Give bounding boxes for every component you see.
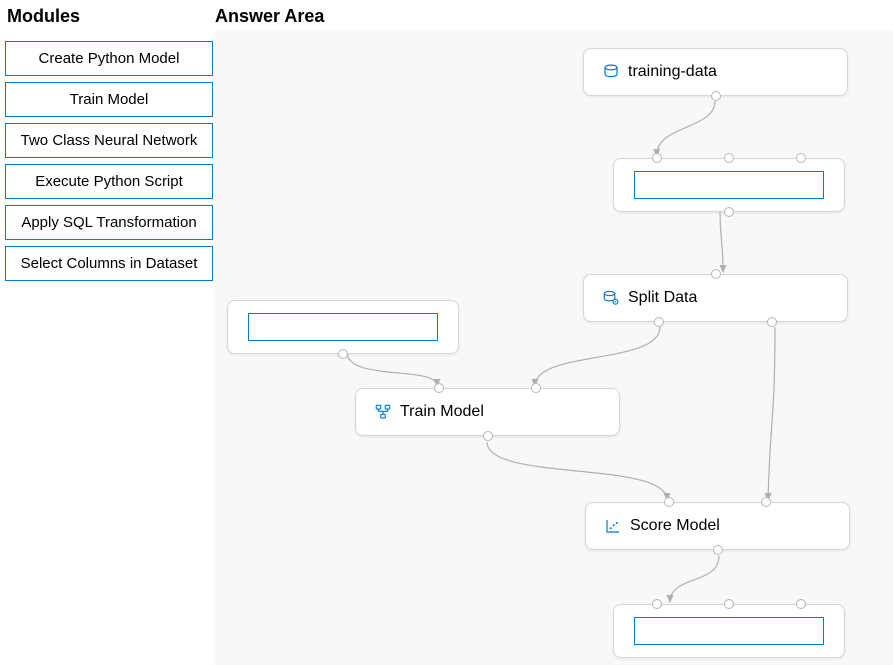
node-label: Train Model <box>400 403 484 421</box>
answer-canvas[interactable]: training-data Split Data Train Model <box>215 30 893 665</box>
input-port-left[interactable] <box>664 497 674 507</box>
output-port-left[interactable] <box>654 317 664 327</box>
output-port-right[interactable] <box>767 317 777 327</box>
input-port[interactable] <box>796 599 806 609</box>
module-apply-sql-transformation[interactable]: Apply SQL Transformation <box>5 205 213 240</box>
module-two-class-neural-network[interactable]: Two Class Neural Network <box>5 123 213 158</box>
output-port[interactable] <box>724 207 734 217</box>
input-port[interactable] <box>711 269 721 279</box>
modules-panel: Modules Create Python Model Train Model … <box>5 6 213 287</box>
input-port[interactable] <box>724 153 734 163</box>
drop-slot[interactable] <box>634 617 824 645</box>
module-select-columns-in-dataset[interactable]: Select Columns in Dataset <box>5 246 213 281</box>
input-port-right[interactable] <box>761 497 771 507</box>
input-port-left[interactable] <box>434 383 444 393</box>
database-settings-icon <box>602 289 620 307</box>
node-train-model[interactable]: Train Model <box>355 388 620 436</box>
output-port[interactable] <box>713 545 723 555</box>
node-score-model[interactable]: Score Model <box>585 502 850 550</box>
node-training-data[interactable]: training-data <box>583 48 848 96</box>
drop-slot[interactable] <box>634 171 824 199</box>
module-create-python-model[interactable]: Create Python Model <box>5 41 213 76</box>
answer-area-title: Answer Area <box>215 6 324 27</box>
node-drop-slot-3[interactable] <box>613 604 845 658</box>
output-port[interactable] <box>483 431 493 441</box>
node-label: Score Model <box>630 517 720 535</box>
output-port[interactable] <box>338 349 348 359</box>
module-train-model[interactable]: Train Model <box>5 82 213 117</box>
input-port-right[interactable] <box>531 383 541 393</box>
module-execute-python-script[interactable]: Execute Python Script <box>5 164 213 199</box>
node-split-data[interactable]: Split Data <box>583 274 848 322</box>
scatter-chart-icon <box>604 517 622 535</box>
node-drop-slot-2[interactable] <box>227 300 459 354</box>
node-label: training-data <box>628 63 717 81</box>
flow-icon <box>374 403 392 421</box>
output-port[interactable] <box>711 91 721 101</box>
drop-slot[interactable] <box>248 313 438 341</box>
node-drop-slot-1[interactable] <box>613 158 845 212</box>
node-label: Split Data <box>628 289 697 307</box>
input-port[interactable] <box>796 153 806 163</box>
input-port[interactable] <box>724 599 734 609</box>
input-port[interactable] <box>652 599 662 609</box>
database-icon <box>602 63 620 81</box>
input-port[interactable] <box>652 153 662 163</box>
modules-title: Modules <box>5 6 213 27</box>
